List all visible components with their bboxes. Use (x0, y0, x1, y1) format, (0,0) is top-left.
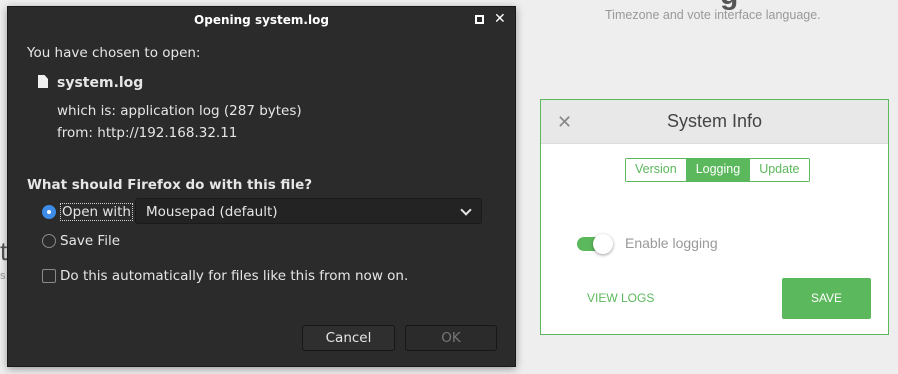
save-file-label[interactable]: Save File (60, 233, 120, 249)
action-question: What should Firefox do with this file? (27, 177, 313, 193)
close-icon[interactable]: ✕ (494, 11, 506, 27)
which-is-value: application log (287 bytes) (120, 103, 302, 119)
open-with-select[interactable]: Mousepad (default) (135, 198, 482, 224)
cancel-button[interactable]: Cancel (302, 325, 395, 351)
toggle-knob (593, 234, 613, 254)
system-info-tabs: Version Logging Update (625, 158, 810, 182)
from-label: from: (57, 125, 93, 141)
enable-logging-label: Enable logging (625, 235, 718, 251)
file-icon (38, 75, 48, 88)
enable-logging-toggle[interactable] (577, 234, 613, 254)
tab-version[interactable]: Version (626, 159, 687, 181)
do-automatically-label[interactable]: Do this automatically for files like thi… (60, 268, 408, 284)
open-with-radio[interactable] (42, 205, 56, 219)
tab-update[interactable]: Update (750, 159, 809, 181)
file-source-row: from: http://192.168.32.11 (57, 125, 237, 141)
open-with-label[interactable]: Open with (60, 203, 133, 221)
ok-button[interactable]: OK (405, 325, 497, 351)
file-type-row: which is: application log (287 bytes) (57, 103, 302, 119)
dialog-titlebar: Opening system.log ✕ (8, 7, 515, 33)
file-name: system.log (57, 75, 144, 91)
system-info-modal: ✕ System Info Version Logging Update Ena… (540, 99, 889, 335)
which-is-label: which is: (57, 103, 116, 119)
save-button[interactable]: SAVE (782, 278, 871, 319)
chosen-to-open-text: You have chosen to open: (27, 45, 201, 61)
dialog-title: Opening system.log (194, 13, 329, 27)
view-logs-button[interactable]: VIEW LOGS (587, 291, 654, 305)
save-file-radio[interactable] (42, 234, 56, 248)
maximize-icon[interactable] (475, 15, 484, 24)
open-with-selected-app: Mousepad (default) (146, 204, 278, 220)
system-info-title: System Info (666, 111, 763, 131)
from-value: http://192.168.32.11 (97, 125, 238, 141)
do-automatically-checkbox[interactable] (42, 269, 56, 283)
system-info-header: ✕ System Info (541, 100, 888, 144)
opening-file-dialog: Opening system.log ✕ You have chosen to … (7, 6, 516, 367)
background-text-fragment-small: s (0, 270, 6, 282)
chevron-down-icon (460, 204, 472, 216)
tab-logging[interactable]: Logging (686, 159, 751, 181)
background-subtitle: Timezone and vote interface language. (605, 8, 821, 22)
